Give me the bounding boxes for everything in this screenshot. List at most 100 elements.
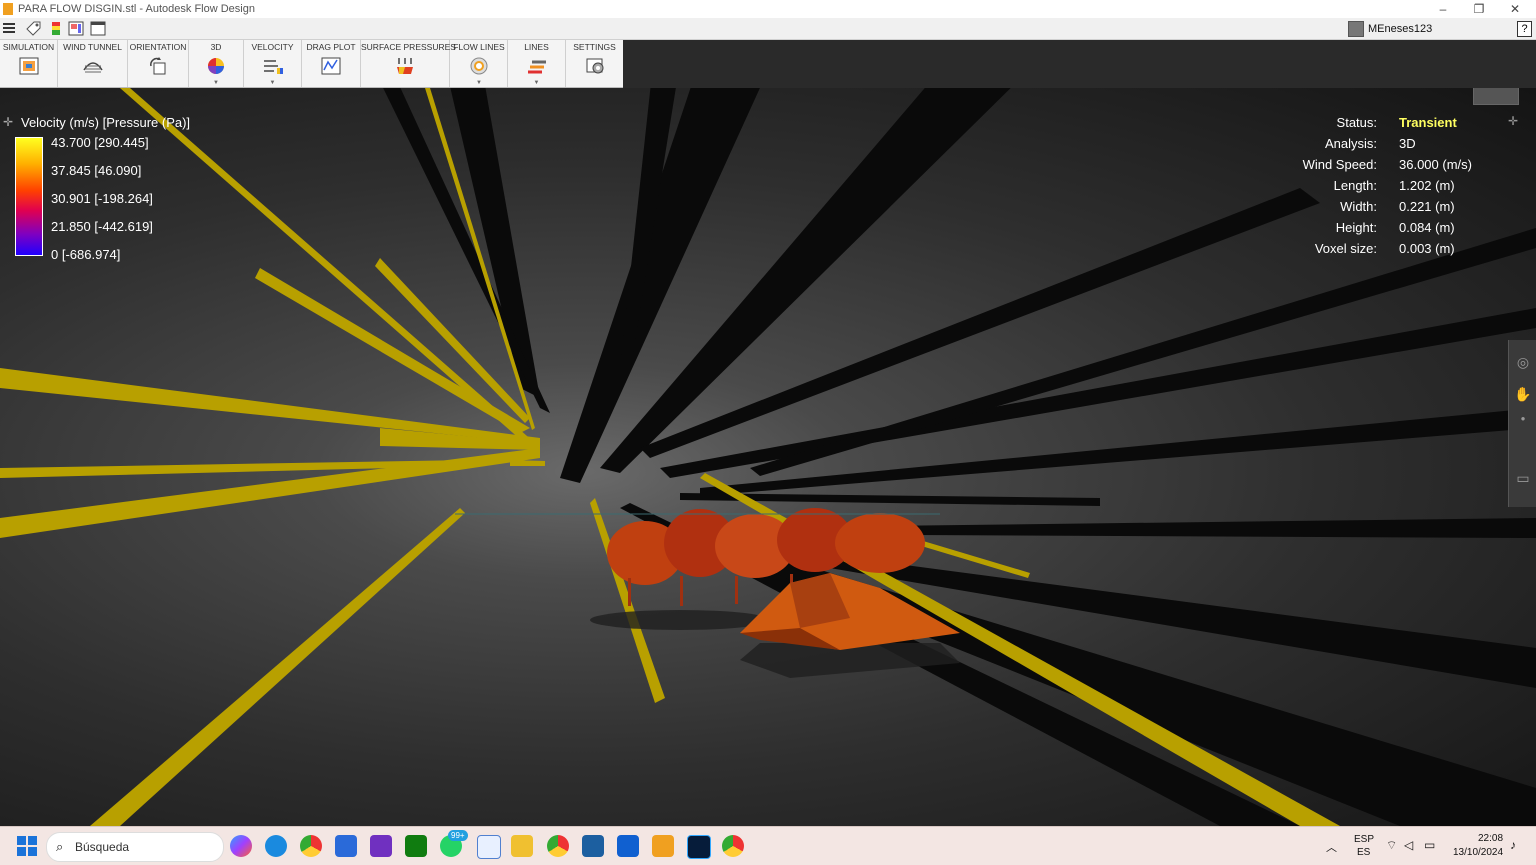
zoom-slider-icon[interactable]: ● — [1513, 414, 1533, 434]
flow-design-app-icon — [3, 3, 13, 15]
title-bar: PARA FLOW DISGIN.stl - Autodesk Flow Des… — [0, 0, 1536, 18]
windows-start-icon[interactable] — [16, 835, 38, 857]
width-value: 0.221 (m) — [1399, 199, 1455, 214]
pan-hand-icon[interactable]: ✋ — [1513, 386, 1533, 406]
velocity-button[interactable]: VELOCITY ▼ — [244, 40, 302, 87]
legend-value-min: 0 [-686.974] — [51, 247, 121, 262]
wind-tunnel-button[interactable]: WIND TUNNEL — [58, 40, 128, 87]
ribbon-toolbar: SIMULATION WIND TUNNEL ORIENTATION 3D ▼ … — [0, 40, 623, 88]
simulation-icon — [19, 57, 38, 75]
voxel-size-key: Voxel size: — [1314, 241, 1377, 256]
settings-button[interactable]: SETTINGS — [566, 40, 623, 87]
3d-viewport[interactable]: ✛ Velocity (m/s) [Pressure (Pa)] 43.700 … — [0, 88, 1536, 826]
dropdown-arrow-icon[interactable]: ▼ — [476, 80, 482, 86]
flow-lines-label: FLOW LINES — [453, 42, 505, 52]
3d-button[interactable]: 3D ▼ — [189, 40, 244, 87]
surface-pressures-button[interactable]: SURFACE PRESSURES — [361, 40, 456, 87]
windows-taskbar: ⌕ Búsqueda 99+ ︿ ESP ES ⌔ ◁ ▭ 22:08 13/1… — [0, 826, 1536, 865]
orbit-icon[interactable]: ◎ — [1513, 354, 1533, 374]
wind-tunnel-label: WIND TUNNEL — [63, 42, 122, 52]
edge-icon[interactable] — [265, 835, 287, 857]
dropdown-arrow-icon[interactable]: ▼ — [213, 80, 219, 86]
drag-plot-button[interactable]: DRAG PLOT — [302, 40, 361, 87]
flow-lines-icon — [470, 57, 488, 75]
dropdown-arrow-icon[interactable]: ▼ — [270, 80, 276, 86]
analysis-value: 3D — [1399, 136, 1416, 151]
user-name: MEneses123 — [1368, 23, 1433, 35]
notification-bell-icon[interactable]: ♪ — [1510, 838, 1516, 852]
length-key: Length: — [1333, 178, 1377, 193]
clock-date[interactable]: 13/10/2024 — [1453, 847, 1503, 858]
menu-strip — [0, 18, 1536, 40]
help-button[interactable]: ? — [1517, 21, 1532, 37]
drag-plot-icon — [321, 57, 341, 75]
chevron-up-icon[interactable]: ︿ — [1326, 839, 1337, 855]
status-key: Status: — [1336, 115, 1377, 130]
tag-icon[interactable] — [25, 21, 41, 36]
drag-plot-label: DRAG PLOT — [306, 42, 356, 52]
height-key: Height: — [1335, 220, 1377, 235]
photoshop-icon[interactable] — [687, 835, 711, 859]
xbox-icon[interactable] — [405, 835, 427, 857]
language-top[interactable]: ESP — [1354, 834, 1374, 845]
status-value: Transient — [1399, 115, 1457, 130]
search-placeholder: Búsqueda — [75, 840, 130, 854]
lines-label: LINES — [524, 42, 549, 52]
user-account[interactable]: MEneses123 — [1348, 21, 1433, 38]
notification-badge: 99+ — [448, 830, 468, 841]
velocity-icon — [263, 60, 283, 74]
analysis-key: Analysis: — [1324, 136, 1377, 151]
language-bottom[interactable]: ES — [1357, 847, 1370, 858]
legend-value: 30.901 [-198.264] — [51, 191, 153, 206]
store-icon[interactable] — [335, 835, 357, 857]
fit-view-icon[interactable]: ▭ — [1513, 470, 1533, 490]
wind-speed-value: 36.000 (m/s) — [1399, 157, 1472, 172]
layout-icon[interactable] — [68, 21, 84, 36]
volume-icon[interactable]: ◁ — [1404, 838, 1413, 852]
wifi-icon[interactable]: ⌔ — [1386, 838, 1397, 853]
search-box[interactable]: ⌕ Búsqueda — [46, 832, 224, 862]
3d-view-icon — [208, 58, 224, 74]
minimize-icon[interactable]: – — [1428, 0, 1458, 18]
window-icon[interactable] — [90, 21, 106, 36]
hamburger-menu-icon[interactable] — [2, 21, 18, 36]
length-value: 1.202 (m) — [1399, 178, 1455, 193]
lines-button[interactable]: LINES ▼ — [508, 40, 566, 87]
velocity-label: VELOCITY — [251, 42, 294, 52]
flow-lines-button[interactable]: FLOW LINES ▼ — [451, 40, 508, 87]
surface-pressures-label: SURFACE PRESSURES — [361, 42, 456, 52]
app-icon[interactable] — [370, 835, 392, 857]
move-icon[interactable]: ✛ — [3, 115, 13, 129]
voxel-size-value: 0.003 (m) — [1399, 241, 1455, 256]
restore-icon[interactable]: ❐ — [1464, 0, 1494, 18]
move-icon[interactable]: ✛ — [1508, 114, 1518, 128]
clock-time[interactable]: 22:08 — [1478, 833, 1503, 844]
orientation-label: ORIENTATION — [129, 42, 187, 52]
legend-color-bar — [15, 137, 43, 256]
simulation-label: SIMULATION — [2, 42, 55, 52]
legend-title: Velocity (m/s) [Pressure (Pa)] — [21, 115, 191, 130]
simulation-button[interactable]: SIMULATION — [0, 40, 58, 87]
snipping-tool-icon[interactable] — [477, 835, 501, 859]
chrome-icon[interactable] — [300, 835, 322, 857]
back-button[interactable]: BACK — [1473, 88, 1519, 105]
file-explorer-icon[interactable] — [511, 835, 533, 857]
flow-design-taskbar-icon[interactable] — [652, 835, 674, 857]
wind-tunnel-icon — [82, 62, 103, 73]
navigation-bar: ◎ ✋ ● ▭ — [1508, 340, 1536, 507]
dropdown-arrow-icon[interactable]: ▼ — [534, 80, 540, 86]
color-bar-icon[interactable] — [48, 21, 64, 36]
lines-icon — [527, 60, 546, 74]
formit-icon[interactable] — [617, 835, 639, 857]
battery-icon[interactable]: ▭ — [1424, 838, 1435, 852]
3d-label: 3D — [210, 42, 222, 52]
chrome-profile-icon[interactable] — [722, 835, 744, 857]
orientation-icon — [150, 57, 166, 75]
copilot-icon[interactable] — [230, 835, 252, 857]
legend-value: 37.845 [46.090] — [51, 163, 142, 178]
orientation-button[interactable]: ORIENTATION — [128, 40, 189, 87]
chrome-profile-icon[interactable] — [547, 835, 569, 857]
sketchup-icon[interactable] — [582, 835, 604, 857]
close-icon[interactable]: ✕ — [1500, 0, 1530, 18]
width-key: Width: — [1340, 199, 1377, 214]
